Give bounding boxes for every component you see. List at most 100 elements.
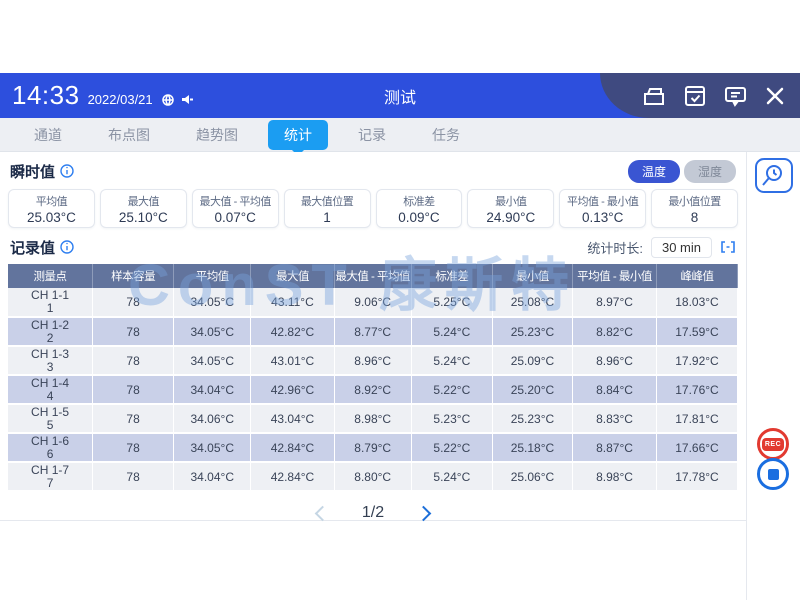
stat-card-label: 最小值	[495, 193, 527, 209]
table-header-cell: 最大值	[251, 264, 334, 288]
message-icon[interactable]	[723, 84, 748, 108]
min-cell: 25.09°C	[492, 346, 572, 375]
max-cell: 42.96°C	[251, 375, 334, 404]
min-cell: 25.20°C	[492, 375, 572, 404]
stop-button[interactable]	[757, 458, 789, 490]
export-file-icon[interactable]	[641, 84, 667, 108]
sample-size-cell: 78	[93, 375, 174, 404]
max-cell: 43.04°C	[251, 404, 334, 433]
table-header-cell: 峰峰值	[656, 264, 737, 288]
table-row: CH 1-7 7 78 34.04°C 42.84°C 8.80°C 5.24°…	[8, 462, 738, 491]
max-cell: 43.11°C	[251, 288, 334, 317]
stddev-cell: 5.23°C	[411, 404, 492, 433]
record-table: 测量点样本容量平均值最大值最大值 - 平均值标准差最小值平均值 - 最小值峰峰值…	[8, 264, 738, 492]
stddev-cell: 5.22°C	[411, 375, 492, 404]
avg-minus-min-cell: 8.84°C	[573, 375, 657, 404]
channel-name: CH 1-1	[31, 288, 69, 302]
interval-icon[interactable]	[720, 240, 736, 254]
avg-cell: 34.05°C	[174, 288, 251, 317]
channel-name: CH 1-6	[31, 434, 69, 448]
min-cell: 25.23°C	[492, 404, 572, 433]
channel-name: CH 1-3	[31, 347, 69, 361]
stat-card-value: 0.07°C	[214, 210, 255, 225]
table-header-cell: 样本容量	[93, 264, 174, 288]
stat-card-value: 25.03°C	[27, 210, 76, 225]
clock-date: 2022/03/21	[88, 92, 153, 107]
channel-cell: CH 1-2 2	[8, 317, 93, 346]
toggle-button[interactable]: 湿度	[684, 160, 736, 183]
sample-size-cell: 78	[93, 317, 174, 346]
stddev-cell: 5.22°C	[411, 433, 492, 462]
table-header-cell: 平均值	[174, 264, 251, 288]
avg-cell: 34.04°C	[174, 375, 251, 404]
channel-index: 6	[8, 448, 92, 461]
max-cell: 42.82°C	[251, 317, 334, 346]
pagination: 1/2	[8, 500, 738, 526]
instant-section-title: 瞬时值	[10, 161, 55, 182]
tab-label: 布点图	[108, 127, 150, 143]
device-screen: 14:33 2022/03/21 测试	[0, 0, 800, 600]
max-minus-avg-cell: 9.06°C	[334, 288, 411, 317]
record-button[interactable]: REC	[757, 428, 789, 460]
tab[interactable]: 任务	[416, 120, 476, 150]
sample-size-cell: 78	[93, 404, 174, 433]
max-minus-avg-cell: 8.96°C	[334, 346, 411, 375]
info-icon[interactable]	[60, 240, 74, 254]
tab[interactable]: 布点图	[92, 120, 166, 150]
magnifier-clock-icon[interactable]	[755, 158, 793, 193]
tab-label: 记录	[358, 127, 386, 143]
close-icon[interactable]	[764, 85, 786, 107]
avg-minus-min-cell: 8.83°C	[573, 404, 657, 433]
stat-card-value: 0.13°C	[582, 210, 623, 225]
tab-label: 趋势图	[196, 127, 238, 143]
clock-time: 14:33	[12, 80, 80, 111]
channel-cell: CH 1-5 5	[8, 404, 93, 433]
sample-size-cell: 78	[93, 288, 174, 317]
task-check-icon[interactable]	[683, 84, 707, 108]
min-cell: 25.08°C	[492, 288, 572, 317]
tab[interactable]: 通道	[18, 120, 78, 150]
stat-card: 平均值 25.03°C	[8, 189, 95, 228]
table-row: CH 1-1 1 78 34.05°C 43.11°C 9.06°C 5.25°…	[8, 288, 738, 317]
avg-cell: 34.06°C	[174, 404, 251, 433]
unit-toggle-group: 温度 湿度	[628, 160, 736, 183]
channel-name: CH 1-7	[31, 463, 69, 477]
main-panel: 瞬时值 温度 湿度	[0, 152, 746, 521]
tab[interactable]: 统计	[268, 120, 328, 150]
stat-card: 最大值位置 1	[284, 189, 371, 228]
stat-card-label: 最大值	[128, 193, 160, 209]
stat-card: 平均值 - 最小值 0.13°C	[559, 189, 646, 228]
min-cell: 25.23°C	[492, 317, 572, 346]
toggle-button[interactable]: 温度	[628, 160, 680, 183]
table-row: CH 1-5 5 78 34.06°C 43.04°C 8.98°C 5.23°…	[8, 404, 738, 433]
stddev-cell: 5.24°C	[411, 462, 492, 491]
channel-index: 3	[8, 361, 92, 374]
toggle-label: 温度	[642, 165, 666, 179]
table-row: CH 1-4 4 78 34.04°C 42.96°C 8.92°C 5.22°…	[8, 375, 738, 404]
avg-minus-min-cell: 8.82°C	[573, 317, 657, 346]
avg-minus-min-cell: 8.97°C	[573, 288, 657, 317]
table-row: CH 1-3 3 78 34.05°C 43.01°C 8.96°C 5.24°…	[8, 346, 738, 375]
avg-cell: 34.04°C	[174, 462, 251, 491]
stat-card-value: 8	[691, 210, 699, 225]
stddev-cell: 5.24°C	[411, 346, 492, 375]
channel-cell: CH 1-1 1	[8, 288, 93, 317]
stat-duration-label: 统计时长:	[587, 238, 643, 257]
peak-peak-cell: 18.03°C	[656, 288, 737, 317]
table-header-row: 测量点样本容量平均值最大值最大值 - 平均值标准差最小值平均值 - 最小值峰峰值	[8, 264, 738, 288]
prev-page-icon[interactable]	[315, 505, 331, 521]
peak-peak-cell: 17.66°C	[656, 433, 737, 462]
stat-card: 最小值位置 8	[651, 189, 738, 228]
max-cell: 43.01°C	[251, 346, 334, 375]
table-header-cell: 标准差	[411, 264, 492, 288]
stat-card-value: 1	[323, 210, 331, 225]
page-indicator: 1/2	[362, 504, 384, 522]
next-page-icon[interactable]	[416, 505, 432, 521]
sample-size-cell: 78	[93, 346, 174, 375]
info-icon[interactable]	[60, 164, 74, 178]
tab[interactable]: 记录	[342, 120, 402, 150]
stat-duration-value[interactable]: 30 min	[651, 237, 712, 258]
stat-card-label: 最小值位置	[668, 193, 721, 209]
tab[interactable]: 趋势图	[180, 120, 254, 150]
status-bar: 14:33 2022/03/21 测试	[0, 73, 800, 118]
